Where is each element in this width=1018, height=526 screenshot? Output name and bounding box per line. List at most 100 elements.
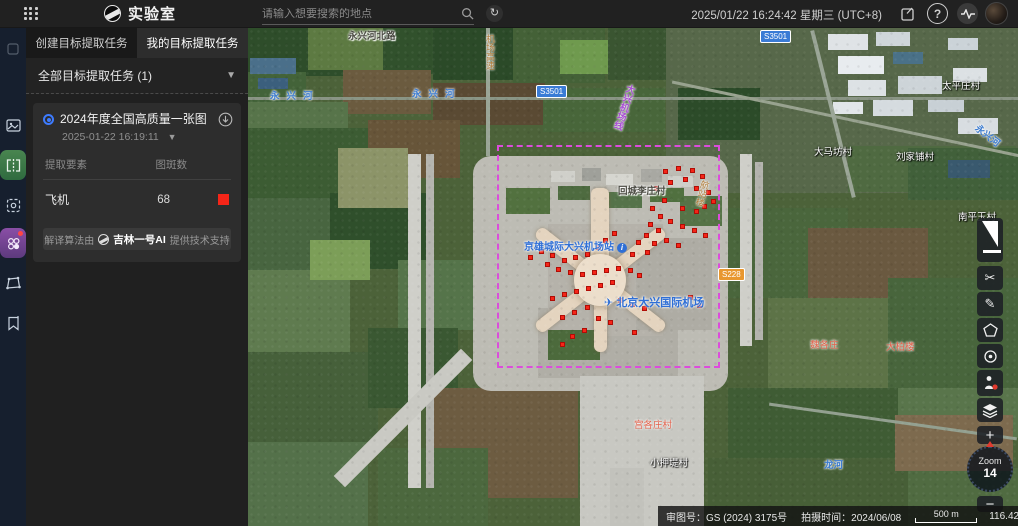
task-title[interactable]: 2024年度全国高质量一张图 <box>60 112 214 127</box>
detection-box[interactable] <box>528 255 533 260</box>
detection-box[interactable] <box>596 316 601 321</box>
detection-box[interactable] <box>608 320 613 325</box>
reset-view-icon[interactable]: ↻ <box>486 5 503 22</box>
activity-icon[interactable] <box>957 3 978 24</box>
detection-box[interactable] <box>690 168 695 173</box>
task-radio[interactable] <box>43 114 54 125</box>
detection-box[interactable] <box>572 310 577 315</box>
detection-box[interactable] <box>582 328 587 333</box>
detection-box[interactable] <box>592 270 597 275</box>
detection-box[interactable] <box>694 186 699 191</box>
search-input[interactable] <box>262 8 461 20</box>
detection-box[interactable] <box>676 166 681 171</box>
detection-box[interactable] <box>663 169 668 174</box>
polygon-tool[interactable] <box>977 318 1003 342</box>
feedback-icon[interactable] <box>897 3 918 24</box>
layers-tool[interactable] <box>977 398 1003 422</box>
detection-box[interactable] <box>658 214 663 219</box>
detection-box[interactable] <box>560 315 565 320</box>
detection-box[interactable] <box>586 286 591 291</box>
detection-box[interactable] <box>656 228 661 233</box>
detection-box[interactable] <box>574 289 579 294</box>
detection-box[interactable] <box>680 206 685 211</box>
detection-box[interactable] <box>630 252 635 257</box>
detection-box[interactable] <box>703 233 708 238</box>
detection-box[interactable] <box>568 270 573 275</box>
detection-box[interactable] <box>585 252 590 257</box>
task-card[interactable]: 2024年度全国高质量一张图 2025-01-22 16:19:11 ▼ 提取要… <box>33 103 241 262</box>
detection-box[interactable] <box>645 250 650 255</box>
zoom-level-dial[interactable]: Zoom 14 <box>967 446 1013 492</box>
help-icon[interactable]: ? <box>927 3 948 24</box>
detection-box[interactable] <box>560 342 565 347</box>
detection-box[interactable] <box>618 298 623 303</box>
imagery-icon[interactable] <box>0 110 26 140</box>
detection-box[interactable] <box>688 295 693 300</box>
user-avatar[interactable] <box>985 2 1008 25</box>
detection-box[interactable] <box>539 249 544 254</box>
detection-box[interactable] <box>706 190 711 195</box>
detection-box[interactable] <box>700 174 705 179</box>
measure-tool[interactable]: ✎ <box>977 292 1003 316</box>
search-icon[interactable] <box>461 7 474 20</box>
detection-box[interactable] <box>652 241 657 246</box>
detection-box[interactable] <box>603 238 608 243</box>
app-launcher-icon[interactable] <box>24 7 38 21</box>
detection-box[interactable] <box>570 334 575 339</box>
streetview-tool[interactable] <box>977 370 1003 396</box>
detection-box[interactable] <box>642 306 647 311</box>
table-row[interactable]: 飞机 68 <box>43 180 231 210</box>
clip-tool[interactable]: ✂ <box>977 266 1003 290</box>
detection-box[interactable] <box>668 219 673 224</box>
detection-box[interactable] <box>620 247 625 252</box>
detection-box[interactable] <box>683 177 688 182</box>
detection-box[interactable] <box>628 268 633 273</box>
detection-box[interactable] <box>680 224 685 229</box>
detection-box[interactable] <box>668 180 673 185</box>
detection-box[interactable] <box>694 209 699 214</box>
task-filter-dropdown[interactable]: 全部目标提取任务 (1) ▼ <box>26 58 248 94</box>
detection-box[interactable] <box>644 233 649 238</box>
detection-box[interactable] <box>604 268 609 273</box>
target-extraction-icon[interactable] <box>0 228 26 258</box>
detection-box[interactable] <box>616 266 621 271</box>
detection-box[interactable] <box>692 228 697 233</box>
bookmark-add-icon[interactable] <box>0 308 26 338</box>
rail-home-icon[interactable] <box>0 34 26 64</box>
detection-box[interactable] <box>598 283 603 288</box>
detection-box[interactable] <box>636 240 641 245</box>
detection-box[interactable] <box>637 273 642 278</box>
polygon-draw-icon[interactable] <box>0 268 26 298</box>
compare-swipe-icon[interactable] <box>0 150 26 180</box>
detection-box[interactable] <box>650 206 655 211</box>
detection-box[interactable] <box>556 267 561 272</box>
swipe-compare-tool[interactable] <box>977 218 1003 262</box>
detection-box[interactable] <box>545 262 550 267</box>
detection-box[interactable] <box>550 296 555 301</box>
detection-box[interactable] <box>562 258 567 263</box>
detection-box[interactable] <box>697 303 702 308</box>
detection-box[interactable] <box>610 280 615 285</box>
download-icon[interactable] <box>218 112 233 127</box>
detect-area-icon[interactable] <box>0 190 26 220</box>
detection-box[interactable] <box>612 231 617 236</box>
detection-box[interactable] <box>585 305 590 310</box>
detection-box[interactable] <box>711 199 716 204</box>
task-timestamp-toggle[interactable]: 2025-01-22 16:19:11 ▼ <box>62 131 233 143</box>
detection-box[interactable] <box>648 222 653 227</box>
tab-create-task[interactable]: 创建目标提取任务 <box>26 28 137 58</box>
location-search[interactable] <box>262 3 474 25</box>
detection-box[interactable] <box>562 292 567 297</box>
detection-box[interactable] <box>596 245 601 250</box>
detection-box[interactable] <box>702 204 707 209</box>
detection-box[interactable] <box>573 255 578 260</box>
detection-box[interactable] <box>662 198 667 203</box>
detection-box[interactable] <box>580 272 585 277</box>
detection-box[interactable] <box>654 186 659 191</box>
detection-box[interactable] <box>630 302 635 307</box>
tab-my-tasks[interactable]: 我的目标提取任务 <box>137 28 248 58</box>
satellite-map[interactable]: 永兴河北路永兴河永兴河机场高速S3501S3501大兴机场线回城李庄村京雄城际大… <box>248 28 1018 526</box>
detection-box[interactable] <box>676 243 681 248</box>
detection-box[interactable] <box>664 238 669 243</box>
detection-box[interactable] <box>632 330 637 335</box>
